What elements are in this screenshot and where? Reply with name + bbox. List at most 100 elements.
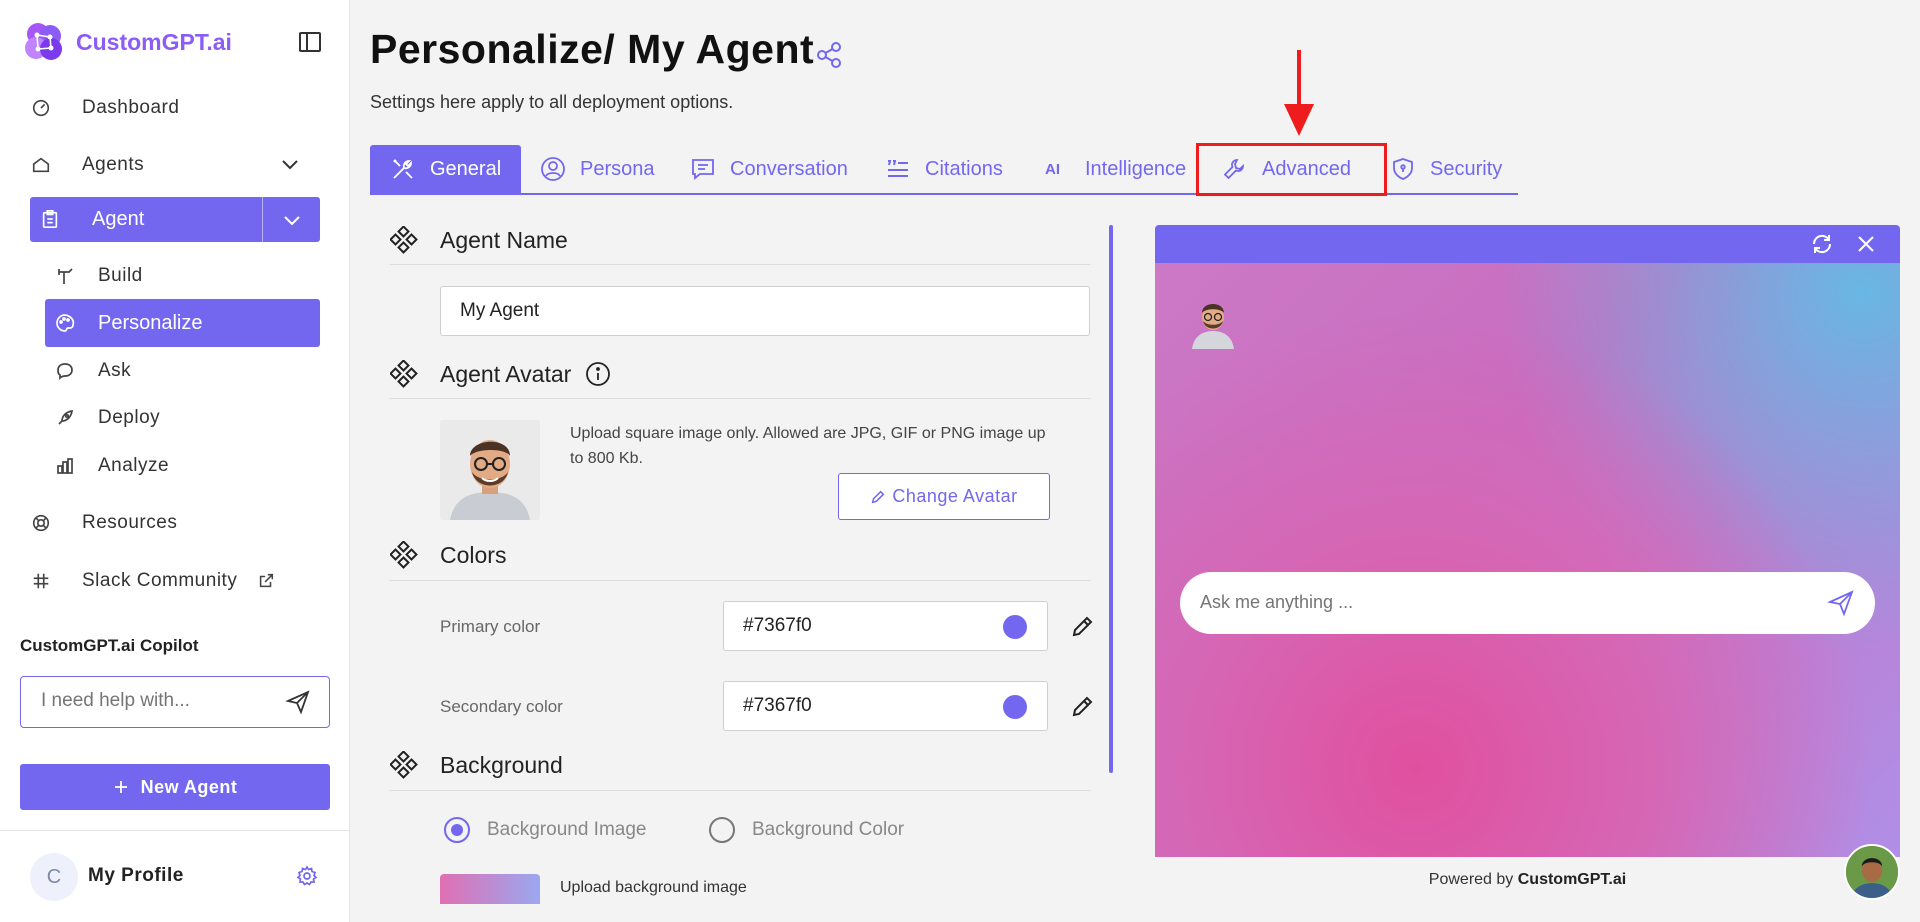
sidebar-item-label: Personalize [98, 311, 203, 334]
sidebar-item-deploy[interactable]: Deploy [55, 398, 160, 438]
profile-name[interactable]: My Profile [88, 865, 184, 887]
agent-selector[interactable]: Agent [30, 197, 320, 242]
user-circle-icon [541, 157, 565, 181]
message-square-icon [692, 159, 714, 180]
avatar-upload-hint: Upload square image only. Allowed are JP… [570, 425, 1046, 467]
powered-by: Powered by CustomGPT.ai [1428, 871, 1627, 888]
chevron-down-icon[interactable] [278, 152, 302, 176]
secondary-color-swatch[interactable] [1003, 695, 1027, 719]
sidebar-item-label: Agents [82, 154, 145, 175]
divider [390, 398, 1090, 399]
quote-list-icon [888, 160, 908, 177]
radio-background-color[interactable]: Background Color [709, 817, 904, 843]
tab-general[interactable]: General [370, 145, 522, 193]
gear-icon[interactable] [296, 865, 318, 887]
bot-avatar [1192, 304, 1234, 349]
palette-icon [56, 314, 75, 332]
section-title: Colors [440, 541, 507, 568]
powered-brand[interactable]: CustomGPT.ai [1518, 871, 1626, 888]
primary-color-input[interactable]: #7367f0 [723, 601, 1048, 651]
sidebar: CustomGPT.ai Dashboard Agents Agent Buil… [0, 0, 350, 922]
sidebar-item-agents[interactable]: Agents [30, 145, 144, 185]
support-chat-avatar[interactable] [1844, 844, 1900, 900]
agent-avatar-image [440, 420, 540, 520]
sidebar-item-label: Ask [98, 360, 132, 381]
preview-header [1155, 225, 1900, 263]
sidebar-item-resources[interactable]: Resources [30, 503, 177, 543]
tab-label: Citations [925, 157, 1003, 180]
dashboard-icon [32, 99, 50, 117]
page-title: Personalize/ My Agent [370, 26, 815, 72]
new-agent-button[interactable]: New Agent [20, 764, 330, 810]
info-icon[interactable] [585, 361, 611, 387]
agent-name-input[interactable] [440, 286, 1090, 336]
radio-button-unchecked [709, 817, 735, 843]
agent-dropdown-toggle[interactable] [262, 197, 320, 242]
tab-persona[interactable]: Persona [540, 145, 655, 193]
brand-logo[interactable]: CustomGPT.ai [20, 18, 232, 66]
annotation-highlight-box [1196, 143, 1387, 196]
send-icon[interactable] [1827, 589, 1855, 617]
tab-label: General [430, 157, 502, 180]
sidebar-collapse-icon[interactable] [298, 30, 322, 54]
copilot-input[interactable] [21, 677, 261, 725]
bar-chart-icon [57, 458, 73, 474]
page-subtitle: Settings here apply to all deployment op… [370, 92, 734, 112]
tab-label: Intelligence [1085, 157, 1187, 180]
sidebar-item-slack[interactable]: Slack Community [30, 561, 275, 601]
change-avatar-button[interactable]: Change Avatar [838, 473, 1050, 520]
sidebar-item-personalize[interactable]: Personalize [45, 299, 320, 347]
chat-input-box [1180, 572, 1875, 634]
tab-citations[interactable]: Citations [885, 145, 1003, 193]
external-link-icon [260, 573, 274, 588]
tab-intelligence[interactable]: AI Intelligence [1045, 145, 1186, 193]
chat-icon [57, 363, 73, 381]
close-icon[interactable] [1856, 234, 1876, 254]
lifebuoy-icon [32, 514, 50, 532]
divider [390, 790, 1090, 791]
share-icon[interactable] [814, 40, 844, 70]
pencil-icon[interactable] [1070, 613, 1096, 639]
send-icon[interactable] [285, 689, 311, 715]
tab-conversation[interactable]: Conversation [690, 145, 848, 193]
sidebar-item-analyze[interactable]: Analyze [55, 446, 169, 486]
vertical-scrollbar[interactable] [1109, 225, 1113, 773]
radio-label: Background Image [487, 819, 647, 840]
sidebar-item-build[interactable]: Build [55, 256, 143, 296]
sidebar-item-label: Dashboard [82, 97, 180, 118]
sidebar-item-label: Analyze [98, 455, 170, 476]
profile-area: C My Profile [0, 830, 350, 922]
section-title: Background [440, 751, 563, 778]
change-avatar-label: Change Avatar [892, 486, 1018, 506]
copilot-input-box [20, 676, 330, 728]
primary-color-swatch[interactable] [1003, 615, 1027, 639]
copilot-title: CustomGPT.ai Copilot [20, 636, 199, 655]
primary-color-value: #7367f0 [743, 615, 812, 636]
refresh-icon[interactable] [1810, 232, 1834, 256]
slack-icon [33, 573, 49, 589]
divider [390, 264, 1090, 265]
brand-name: CustomGPT.ai [76, 28, 232, 55]
sidebar-item-label: Slack Community [82, 570, 238, 591]
sidebar-item-dashboard[interactable]: Dashboard [30, 88, 179, 128]
tab-security[interactable]: Security [1390, 145, 1502, 193]
drag-handle-icon [390, 360, 418, 388]
drag-handle-icon [390, 226, 418, 254]
shield-icon [1393, 158, 1413, 180]
section-agent-name: Agent Name [390, 226, 568, 254]
ai-icon: AI [1045, 160, 1060, 178]
new-agent-label: New Agent [140, 776, 238, 797]
tools-icon [393, 159, 413, 179]
radio-background-image[interactable]: Background Image [444, 817, 647, 843]
chat-input[interactable] [1200, 572, 1800, 632]
sidebar-item-ask[interactable]: Ask [55, 351, 131, 391]
section-title: Agent Name [440, 226, 568, 253]
secondary-color-value: #7367f0 [743, 695, 812, 716]
avatar[interactable]: C [30, 853, 78, 901]
tab-label: Persona [580, 157, 655, 180]
clipboard-icon [42, 209, 58, 228]
upload-background-label: Upload background image [560, 879, 747, 896]
pencil-icon[interactable] [1070, 693, 1096, 719]
secondary-color-input[interactable]: #7367f0 [723, 681, 1048, 731]
background-thumbnail [440, 874, 540, 904]
